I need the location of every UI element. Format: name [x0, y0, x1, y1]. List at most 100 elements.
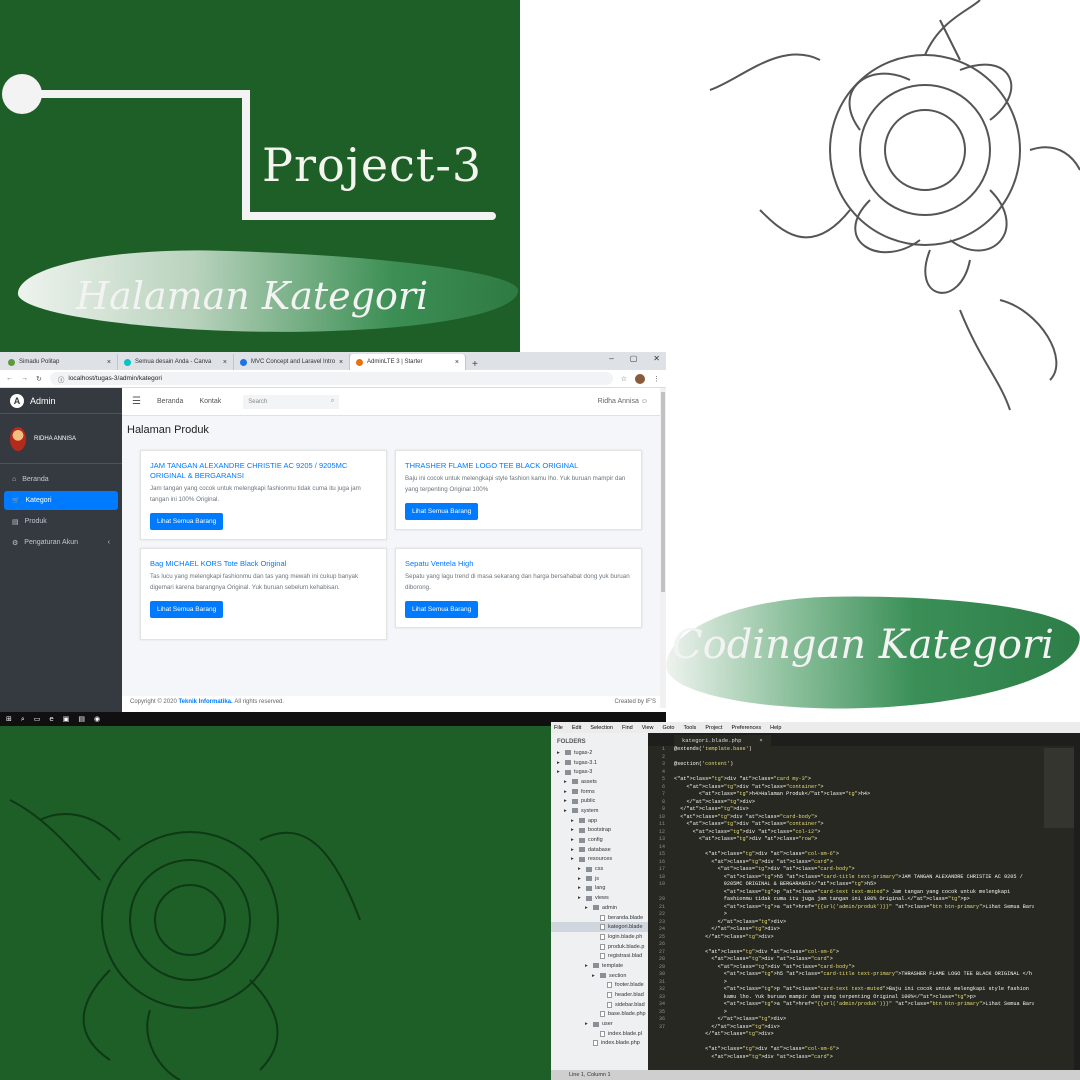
hamburger-menu-icon[interactable]: ☰: [132, 396, 141, 407]
card-title[interactable]: JAM TANGAN ALEXANDRE CHRISTIE AC 9205 / …: [150, 461, 377, 481]
page-scrollbar-thumb[interactable]: [661, 392, 665, 592]
editor-scrollbar[interactable]: [1074, 746, 1080, 1070]
view-all-button[interactable]: Lihat Semua Barang: [405, 601, 479, 619]
close-icon[interactable]: ×: [107, 359, 111, 366]
sidebar-item-kategori[interactable]: 🛒 Kategori: [4, 491, 118, 510]
file-tree-file[interactable]: index.blade.php: [551, 1039, 648, 1049]
folder-icon: [572, 808, 578, 814]
file-tree-folder[interactable]: ▸ js: [551, 874, 648, 884]
file-tree-file[interactable]: footer.blade: [551, 981, 648, 991]
file-tree-folder[interactable]: ▸ database: [551, 845, 648, 855]
browser-tab-simadu[interactable]: Simadu Politap ×: [2, 354, 118, 370]
file-tree-folder[interactable]: ▸ system: [551, 806, 648, 816]
file-tree-folder[interactable]: ▸ app: [551, 816, 648, 826]
close-icon[interactable]: ×: [759, 737, 762, 744]
file-tree-folder[interactable]: ▸ admin: [551, 903, 648, 913]
file-tree-folder[interactable]: ▸ template: [551, 961, 648, 971]
browser-tab-canva[interactable]: Semua desain Anda - Canva ×: [118, 354, 234, 370]
edge-icon[interactable]: e: [49, 715, 53, 723]
file-tree-folder[interactable]: ▸ config: [551, 835, 648, 845]
file-tree-label: kategori.blade: [608, 924, 643, 931]
code-area[interactable]: @extends('template.base') @section('cont…: [674, 746, 1034, 1070]
menu-goto[interactable]: Goto: [663, 725, 675, 731]
close-window-button[interactable]: ✕: [653, 354, 660, 363]
view-all-button[interactable]: Lihat Semua Barang: [405, 503, 479, 521]
file-tree-file[interactable]: kategori.blade: [551, 922, 648, 933]
footer-org-link[interactable]: Teknik Informatika.: [178, 699, 232, 705]
file-tree-file[interactable]: base.blade.php: [551, 1010, 648, 1020]
menu-file[interactable]: File: [554, 725, 563, 731]
windows-start-icon[interactable]: ⊞: [6, 715, 12, 723]
file-tree-folder[interactable]: ▸ views: [551, 893, 648, 903]
close-icon[interactable]: ×: [223, 359, 227, 366]
view-all-button[interactable]: Lihat Semua Barang: [150, 601, 224, 619]
file-tree-file[interactable]: sidebar.blad: [551, 1000, 648, 1010]
file-tree-folder[interactable]: ▸ resources: [551, 855, 648, 865]
navbar-user[interactable]: Ridha Annisa ☺: [598, 398, 648, 405]
url-field[interactable]: ⓘ localhost/tugas-3/admin/kategori: [49, 372, 613, 385]
file-tree-file[interactable]: index.blade.pl: [551, 1029, 648, 1039]
file-tree-folder[interactable]: ▸ public: [551, 796, 648, 806]
file-tree-file[interactable]: login.blade.ph: [551, 932, 648, 942]
file-tree-folder[interactable]: ▸ css: [551, 864, 648, 874]
editor-tab-kategori[interactable]: kategori.blade.php ×: [674, 735, 771, 746]
file-tree-folder[interactable]: ▸ tugas-2: [551, 748, 648, 758]
task-view-icon[interactable]: ▭: [34, 715, 41, 723]
close-icon[interactable]: ×: [339, 359, 343, 366]
chrome-icon[interactable]: ◉: [94, 715, 100, 723]
more-menu-icon[interactable]: ⋮: [653, 375, 660, 383]
file-tree-folder[interactable]: ▸ lang: [551, 884, 648, 894]
file-tree-file[interactable]: beranda.blade: [551, 913, 648, 923]
search-icon[interactable]: ⌕: [331, 398, 334, 405]
card-text: Tas lucu yang melengkapi fashionmu dan t…: [150, 573, 359, 591]
browser-tab-mvc[interactable]: MVC Concept and Laravel Intro ×: [234, 354, 350, 370]
menu-tools[interactable]: Tools: [683, 725, 696, 731]
bookmark-star-icon[interactable]: ☆: [621, 375, 627, 383]
minimap[interactable]: [1044, 748, 1074, 828]
tab-favicon: [8, 358, 15, 366]
menu-edit[interactable]: Edit: [572, 725, 581, 731]
file-tree-folder[interactable]: ▸ forms: [551, 787, 648, 797]
card-title[interactable]: Bag MICHAEL KORS Tote Black Original: [150, 559, 377, 569]
forward-icon[interactable]: →: [21, 375, 28, 382]
search-icon[interactable]: ⌕: [21, 715, 25, 724]
browser-tab-adminlte[interactable]: AdminLTE 3 | Starter ×: [350, 354, 466, 370]
file-tree-folder[interactable]: ▸ tugas-3: [551, 767, 648, 777]
reload-icon[interactable]: ↻: [36, 375, 42, 383]
menu-preferences[interactable]: Preferences: [731, 725, 761, 731]
browser-tab-bar: Simadu Politap × Semua desain Anda - Canv…: [0, 352, 666, 370]
file-tree-file[interactable]: registrasi.blad: [551, 951, 648, 961]
minimize-button[interactable]: –: [609, 354, 613, 363]
topnav-link-kontak[interactable]: Kontak: [199, 398, 221, 405]
menu-project[interactable]: Project: [705, 725, 722, 731]
close-icon[interactable]: ×: [455, 359, 459, 366]
file-tree-folder[interactable]: ▸ assets: [551, 777, 648, 787]
back-icon[interactable]: ←: [6, 375, 13, 382]
file-tree-folder[interactable]: ▸ user: [551, 1019, 648, 1029]
topnav-link-beranda[interactable]: Beranda: [157, 398, 183, 405]
sidebar-brand[interactable]: A Admin: [0, 388, 122, 414]
search-input[interactable]: Search ⌕: [243, 394, 340, 409]
card-title[interactable]: Sepatu Ventela High: [405, 559, 632, 569]
sidebar-item-pengaturan-akun[interactable]: ⚙ Pengaturan Akun ‹: [4, 533, 118, 552]
store-icon[interactable]: ▣: [63, 715, 70, 723]
menu-find[interactable]: Find: [622, 725, 633, 731]
menu-selection[interactable]: Selection: [590, 725, 613, 731]
menu-help[interactable]: Help: [770, 725, 781, 731]
sidebar-item-produk[interactable]: ▤ Produk: [4, 512, 118, 531]
file-tree-folder[interactable]: ▸ bootstrap: [551, 826, 648, 836]
maximize-button[interactable]: ▢: [630, 354, 638, 363]
new-tab-button[interactable]: +: [466, 359, 484, 370]
folder-icon: [565, 769, 571, 775]
sidebar-user-panel[interactable]: RIDHA ANNISA: [0, 414, 122, 464]
card-title[interactable]: THRASHER FLAME LOGO TEE BLACK ORIGINAL: [405, 461, 632, 471]
file-tree-file[interactable]: produk.blade.p: [551, 942, 648, 952]
view-all-button[interactable]: Lihat Semua Barang: [150, 513, 224, 531]
file-tree-folder[interactable]: ▸ tugas-3.1: [551, 758, 648, 768]
explorer-icon[interactable]: ▤: [78, 715, 85, 723]
file-tree-folder[interactable]: ▸ section: [551, 971, 648, 981]
file-tree-file[interactable]: header.blad: [551, 990, 648, 1000]
menu-view[interactable]: View: [642, 725, 654, 731]
sidebar-item-beranda[interactable]: ⌂ Beranda: [4, 470, 118, 489]
profile-avatar[interactable]: [635, 373, 645, 384]
